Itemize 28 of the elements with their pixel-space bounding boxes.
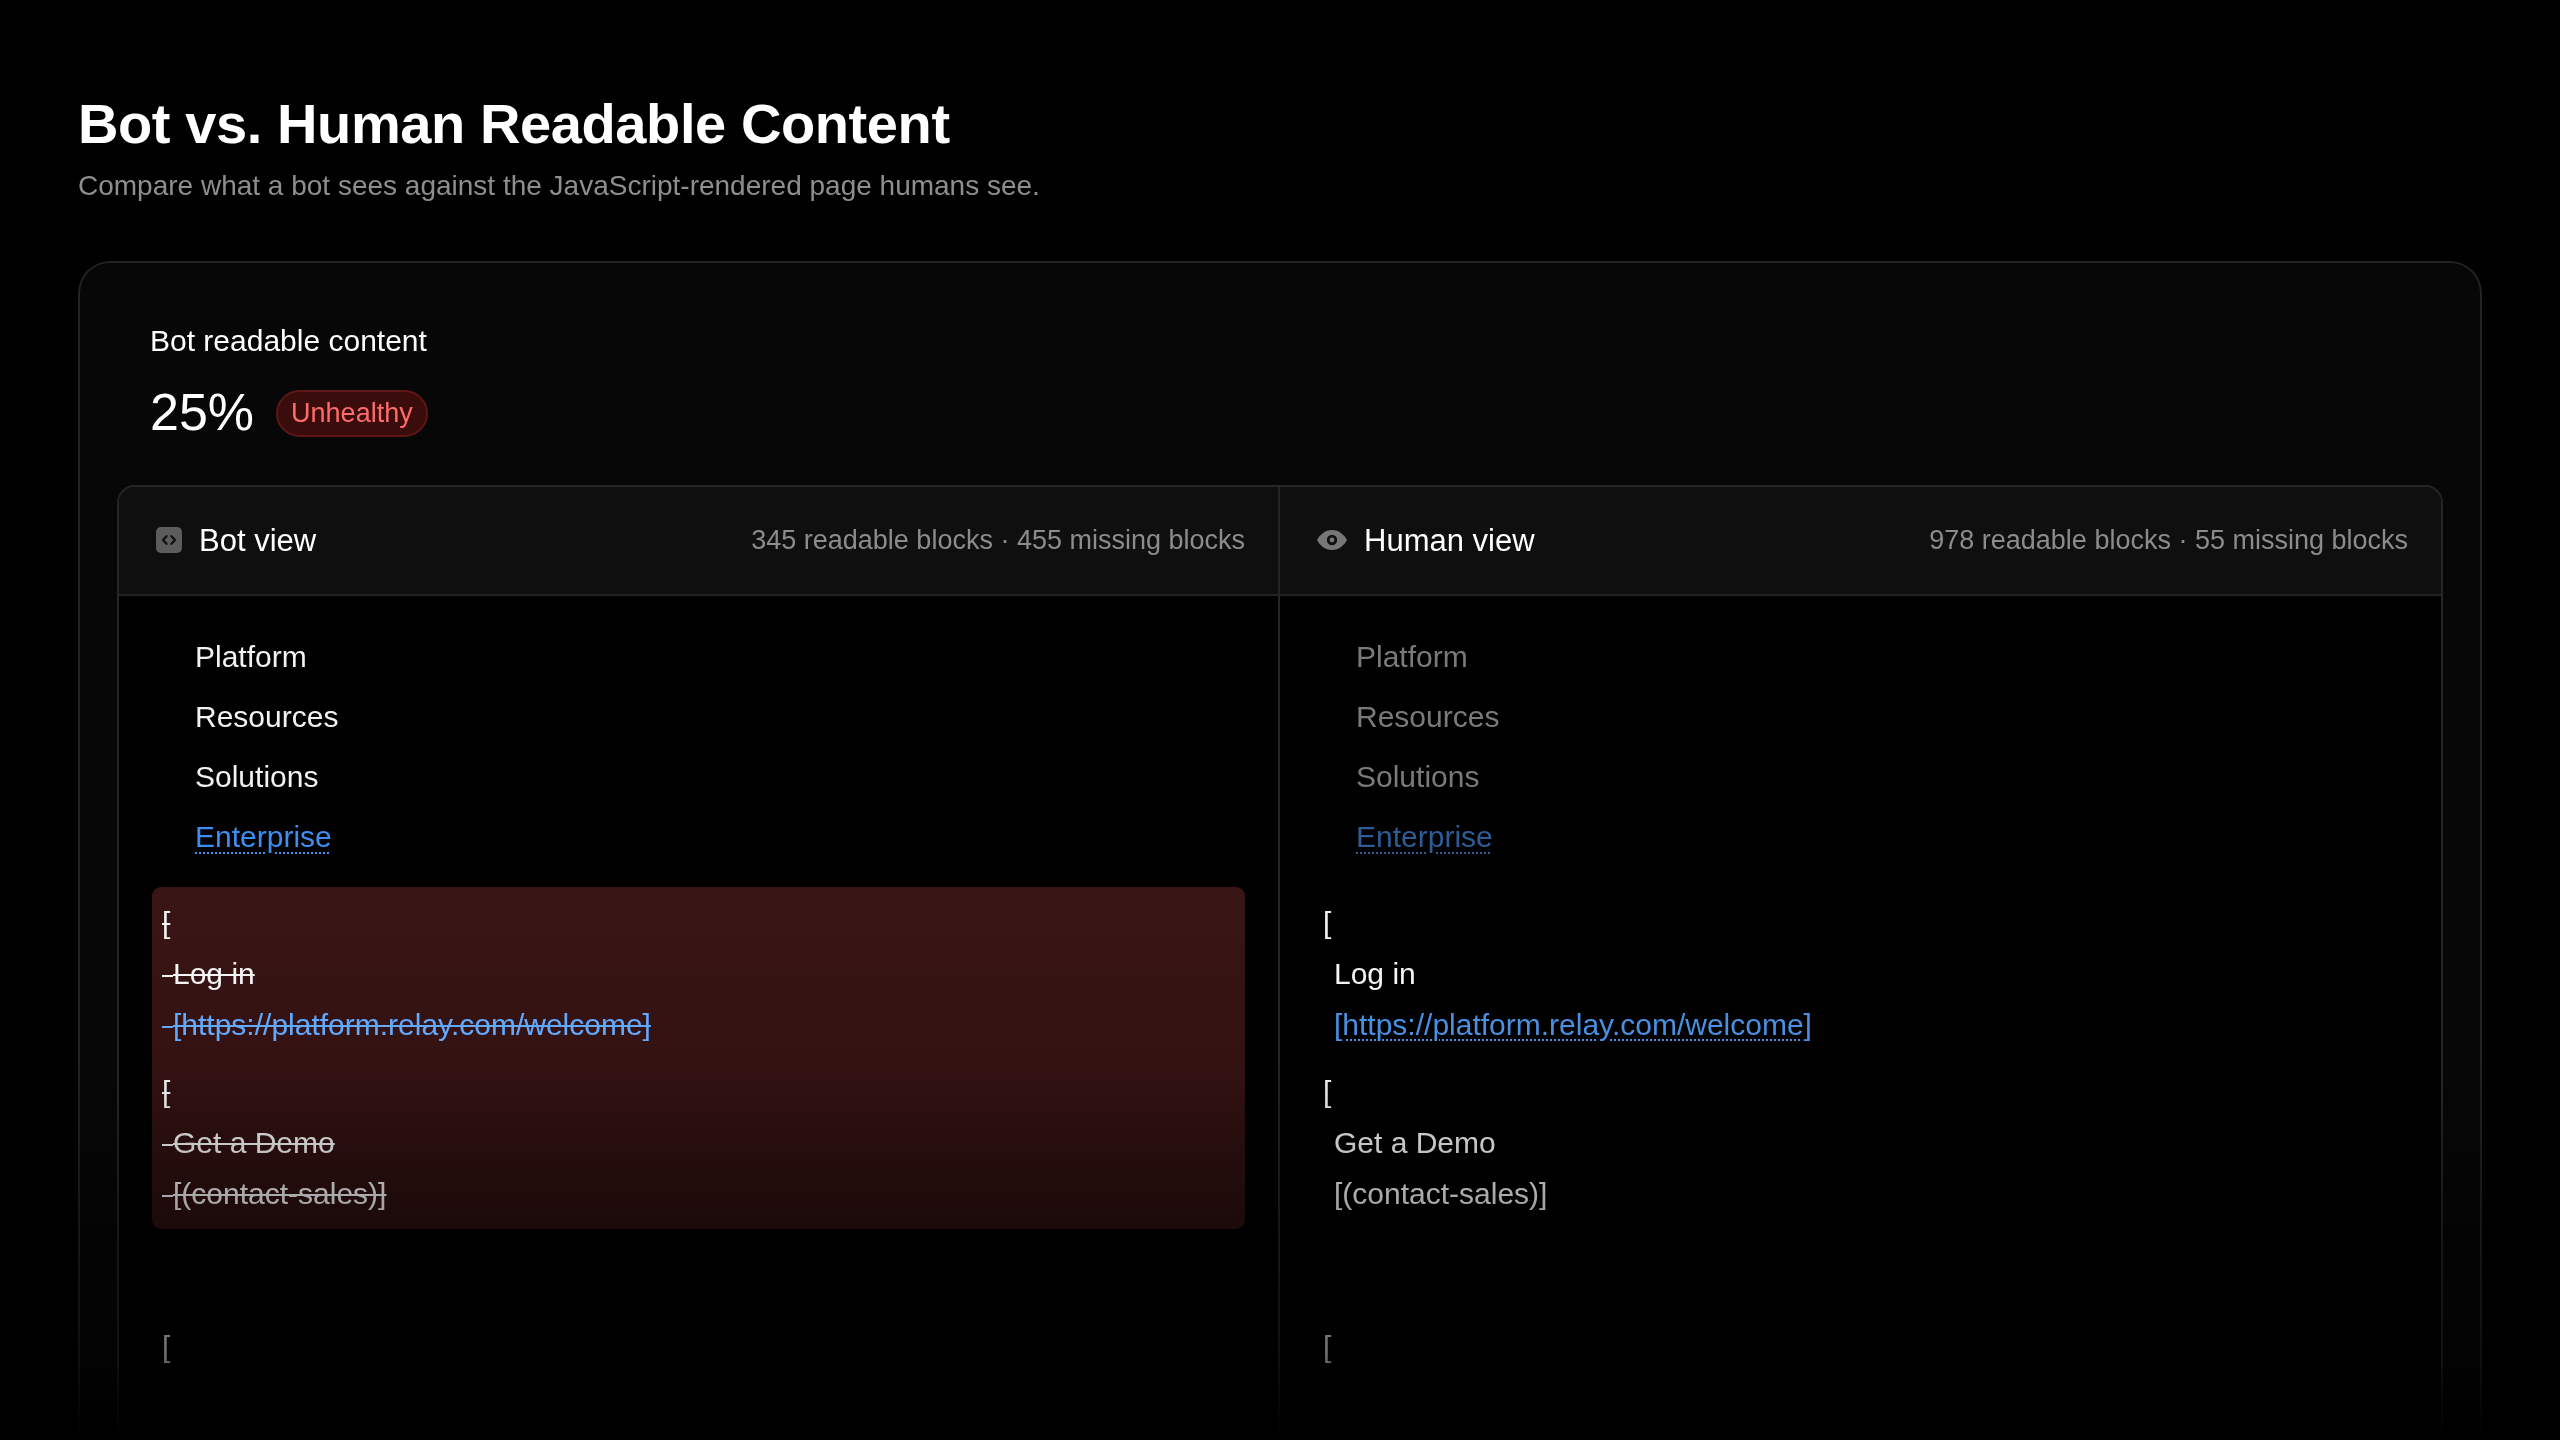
eye-icon xyxy=(1317,530,1347,551)
bracket-text: [ xyxy=(162,904,171,941)
panel-title: Human view xyxy=(1364,522,1535,559)
panel-title: Bot view xyxy=(199,522,317,559)
content-text: Get a Demo xyxy=(1334,1124,1496,1161)
code-icon xyxy=(156,527,182,554)
list-text: Resources xyxy=(195,699,339,735)
list-text: Solutions xyxy=(1356,759,1480,795)
list-text: Platform xyxy=(195,639,307,675)
block-stats: 978 readable blocks · 55 missing blocks xyxy=(1929,524,2408,556)
nav-link[interactable]: Enterprise xyxy=(195,819,332,855)
list-text: Solutions xyxy=(195,759,319,795)
summary-label: Bot readable content xyxy=(150,323,427,359)
bracket-text: [ xyxy=(1323,1073,1332,1110)
content-text: Log in xyxy=(1334,955,1416,992)
list-text: Platform xyxy=(1356,639,1468,675)
list-text: Resources xyxy=(1356,699,1500,735)
bracket-text: [ xyxy=(1323,1329,1332,1365)
score-value: 25% xyxy=(150,384,255,442)
bracket-text: [ xyxy=(162,1329,171,1365)
content-text: [(contact-sales)] xyxy=(1334,1175,1548,1212)
bracket-text: [ xyxy=(1323,904,1332,941)
bracket-text: [ xyxy=(162,1073,171,1110)
page-title: Bot vs. Human Readable Content xyxy=(78,91,950,157)
page-subtitle: Compare what a bot sees against the JavaScript-rendered page humans see. xyxy=(78,170,1040,202)
url-link[interactable]: [https://platform.relay.com/welcome] xyxy=(1334,1006,1812,1043)
status-badge: Unhealthy xyxy=(276,389,428,437)
block-stats: 345 readable blocks · 455 missing blocks xyxy=(751,524,1245,556)
